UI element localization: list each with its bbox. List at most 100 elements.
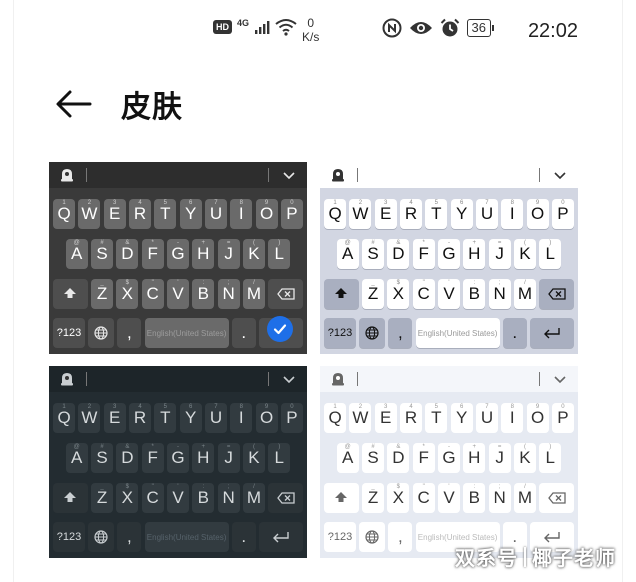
space-key[interactable]: English(United States) (415, 318, 500, 348)
key-a[interactable]: @ A (65, 443, 88, 473)
key-q[interactable]: 1Q (324, 403, 347, 433)
key-w[interactable]: 2W (349, 403, 372, 433)
key-b[interactable]: :B (463, 279, 486, 309)
key-x[interactable]: $ X (116, 279, 139, 309)
key-f[interactable]: * F (412, 443, 435, 473)
key-x[interactable]: $ X (116, 483, 139, 513)
key-a[interactable]: @ A (336, 239, 359, 269)
key-u[interactable]: 7U (204, 403, 228, 433)
key-w[interactable]: 2W (78, 199, 101, 229)
language-key[interactable] (88, 522, 115, 552)
key-z[interactable]: _ Z (361, 483, 385, 513)
key-p[interactable]: 0P (551, 199, 574, 229)
symbols-key[interactable]: ?123 (324, 318, 356, 348)
key-z[interactable]: _ Z (90, 483, 114, 513)
key-i[interactable]: 8I (230, 403, 253, 433)
key-o[interactable]: 9O (255, 403, 278, 433)
key-r[interactable]: 4R (128, 199, 152, 229)
key-v[interactable]: ' V (166, 279, 190, 309)
backspace-key[interactable] (268, 483, 303, 513)
key-q[interactable]: 1Q (324, 199, 347, 229)
language-key[interactable] (359, 522, 386, 552)
key-y[interactable]: 6Y (179, 199, 202, 229)
key-k[interactable]: (K (242, 239, 265, 269)
key-u[interactable]: 7U (475, 199, 499, 229)
key-y[interactable]: 6Y (450, 199, 473, 229)
key-s[interactable]: # S (361, 443, 385, 473)
key-u[interactable]: 7U (475, 403, 499, 433)
key-m[interactable]: / M (513, 483, 536, 513)
key-t[interactable]: 5T (425, 199, 448, 229)
language-key[interactable] (359, 318, 386, 348)
key-l[interactable]: ) L (539, 443, 562, 473)
key-d[interactable]: & D (116, 443, 139, 473)
key-b[interactable]: :B (192, 279, 215, 309)
key-f[interactable]: * F (141, 239, 164, 269)
key-m[interactable]: / M (242, 279, 265, 309)
key-k[interactable]: (K (513, 239, 536, 269)
key-g[interactable]: -G (437, 239, 461, 269)
key-e[interactable]: 3E (103, 403, 126, 433)
key-r[interactable]: 4R (399, 403, 423, 433)
key-j[interactable]: = J (217, 443, 240, 473)
comma-key[interactable]: , (388, 522, 413, 552)
key-z[interactable]: _ Z (361, 279, 385, 309)
comma-key[interactable]: , (388, 318, 413, 348)
key-h[interactable]: + H (192, 239, 215, 269)
key-t[interactable]: 5T (425, 403, 448, 433)
key-r[interactable]: 4R (128, 403, 152, 433)
key-t[interactable]: 5T (154, 199, 177, 229)
period-key[interactable]: . (502, 318, 527, 348)
back-arrow-icon[interactable] (55, 89, 93, 119)
shift-key[interactable] (324, 279, 359, 309)
key-e[interactable]: 3E (374, 403, 397, 433)
key-j[interactable]: = J (488, 239, 511, 269)
key-a[interactable]: @ A (65, 239, 88, 269)
space-key[interactable]: English(United States) (144, 318, 229, 348)
symbols-key[interactable]: ?123 (53, 522, 85, 552)
key-k[interactable]: (K (513, 443, 536, 473)
key-g[interactable]: -G (166, 443, 190, 473)
symbols-key[interactable]: ?123 (53, 318, 85, 348)
symbols-key[interactable]: ?123 (324, 522, 356, 552)
key-s[interactable]: # S (90, 239, 114, 269)
key-q[interactable]: 1Q (53, 199, 76, 229)
key-s[interactable]: # S (90, 443, 114, 473)
key-b[interactable]: :B (192, 483, 215, 513)
key-j[interactable]: = J (488, 443, 511, 473)
key-l[interactable]: ) L (268, 443, 291, 473)
key-f[interactable]: * F (412, 239, 435, 269)
skin-option-light-blue[interactable]: 1 Q 2 W 3 E 4 R 5 T 6 Y 7 U 8 I 9 O 0 P @ A # S & D * F - G + H = J(K) L _ Z… (320, 162, 578, 354)
key-i[interactable]: 8I (230, 199, 253, 229)
key-p[interactable]: 0P (280, 199, 303, 229)
skin-option-light-white[interactable]: 1 Q 2 W 3 E 4 R 5 T 6 Y 7 U 8 I 9 O 0 P @ A # S & D * F - G + H = J(K) L _ Z… (320, 366, 578, 558)
enter-key[interactable] (530, 318, 574, 348)
skin-option-dark-slate[interactable]: 1 Q 2 W 3 E 4 R 5 T 6 Y 7 U 8 I 9 O 0 P @ A # S & D * F - G + H = J(K) L _ Z… (49, 366, 307, 558)
period-key[interactable]: . (231, 522, 256, 552)
key-s[interactable]: # S (361, 239, 385, 269)
comma-key[interactable]: , (117, 318, 142, 348)
key-t[interactable]: 5T (154, 403, 177, 433)
space-key[interactable]: English(United States) (144, 522, 229, 552)
key-n[interactable]: ; N (217, 279, 240, 309)
key-o[interactable]: 9O (526, 199, 549, 229)
key-r[interactable]: 4R (399, 199, 423, 229)
key-j[interactable]: = J (217, 239, 240, 269)
backspace-key[interactable] (539, 483, 574, 513)
key-d[interactable]: & D (116, 239, 139, 269)
key-h[interactable]: + H (463, 239, 486, 269)
key-e[interactable]: 3E (103, 199, 126, 229)
key-y[interactable]: 6Y (179, 403, 202, 433)
key-k[interactable]: (K (242, 443, 265, 473)
key-v[interactable]: ' V (166, 483, 190, 513)
key-a[interactable]: @ A (336, 443, 359, 473)
key-b[interactable]: :B (463, 483, 486, 513)
key-f[interactable]: * F (141, 443, 164, 473)
key-c[interactable]: " C (412, 279, 435, 309)
key-c[interactable]: " C (141, 483, 164, 513)
key-v[interactable]: ' V (437, 483, 461, 513)
key-x[interactable]: $ X (387, 483, 410, 513)
key-g[interactable]: -G (166, 239, 190, 269)
key-c[interactable]: " C (412, 483, 435, 513)
key-u[interactable]: 7U (204, 199, 228, 229)
